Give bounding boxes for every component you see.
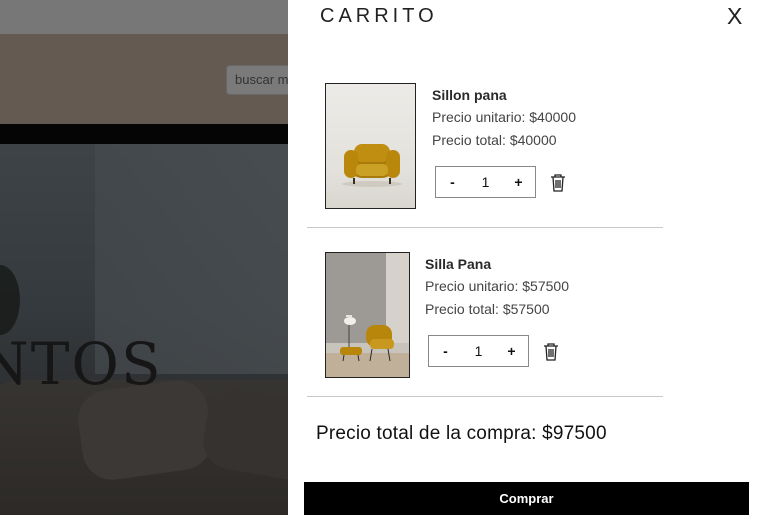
cart-item: Sillon pana Precio unitario: $40000 Prec… — [307, 83, 663, 228]
room-armchair-image — [326, 253, 409, 377]
buy-button[interactable]: Comprar — [304, 482, 749, 515]
grand-total: Precio total de la compra: $97500 — [316, 423, 607, 444]
trash-icon[interactable] — [549, 173, 567, 193]
product-image-sillon — [325, 83, 416, 209]
product-total-price: Precio total: $57500 — [425, 301, 550, 317]
item-divider — [307, 227, 663, 228]
decrement-button[interactable]: - — [446, 174, 460, 190]
product-total-price: Precio total: $40000 — [432, 132, 557, 148]
item-divider — [307, 396, 663, 397]
quantity-stepper: - 1 + — [435, 166, 536, 198]
close-icon[interactable]: X — [727, 3, 742, 30]
increment-button[interactable]: + — [505, 343, 519, 359]
increment-button[interactable]: + — [512, 174, 526, 190]
quantity-stepper: - 1 + — [428, 335, 529, 367]
quantity-value: 1 — [474, 343, 483, 359]
product-name: Silla Pana — [425, 256, 492, 272]
cart-title: CARRITO — [320, 5, 438, 27]
cart-drawer: CARRITO X Sillon pana Precio unitario: $… — [288, 0, 764, 515]
product-name: Sillon pana — [432, 87, 507, 103]
quantity-value: 1 — [481, 174, 490, 190]
product-image-silla — [325, 252, 410, 378]
cart-item: Silla Pana Precio unitario: $57500 Preci… — [307, 252, 663, 397]
trash-icon[interactable] — [542, 342, 560, 362]
armchair-image — [342, 144, 402, 187]
decrement-button[interactable]: - — [439, 343, 453, 359]
product-unit-price: Precio unitario: $57500 — [425, 278, 569, 294]
product-unit-price: Precio unitario: $40000 — [432, 109, 576, 125]
